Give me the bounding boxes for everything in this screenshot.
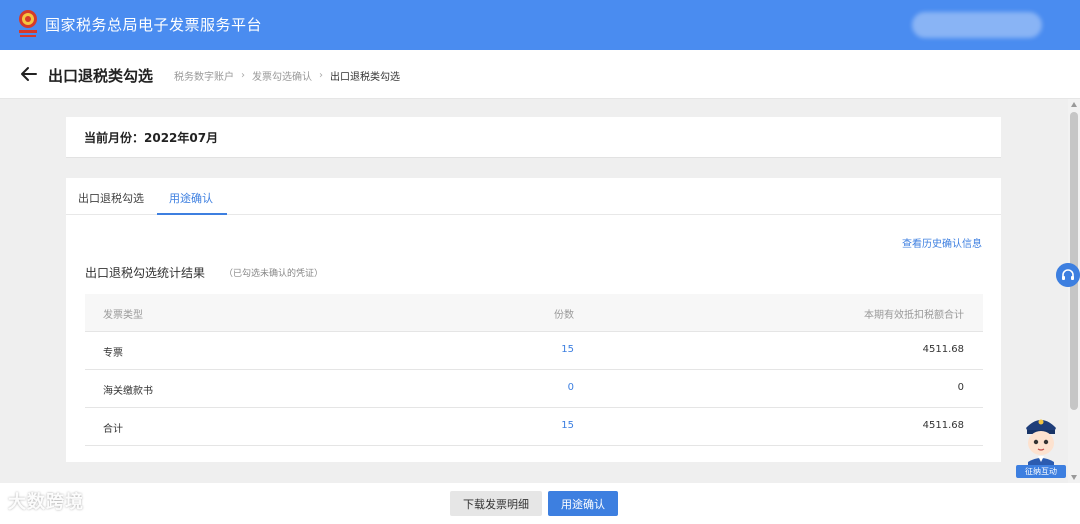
cell-amount: 0 [957, 382, 964, 393]
cell-amount: 4511.68 [922, 420, 964, 431]
table-row: 专票 15 4511.68 [85, 332, 983, 370]
section-title: 出口退税勾选统计结果 [85, 266, 206, 280]
month-card: 当前月份：2022年07月 [66, 117, 1001, 158]
breadcrumb: 税务数字账户 › 发票勾选确认 › 出口退税类勾选 [174, 68, 400, 83]
tax-emblem-icon [19, 10, 37, 37]
purpose-confirm-button[interactable]: 用途确认 [548, 491, 618, 516]
assistant-label[interactable]: 征纳互动 [1016, 465, 1066, 478]
column-header-amount: 本期有效抵扣税额合计 [864, 310, 964, 321]
breadcrumb-separator-icon: › [319, 70, 323, 81]
cell-count-link[interactable]: 15 [561, 344, 574, 355]
vertical-scrollbar[interactable] [1068, 99, 1080, 483]
section-note: （已勾选未确认的凭证） [224, 269, 324, 279]
summary-table: 发票类型 份数 本期有效抵扣税额合计 专票 15 4511.68 海关缴款书 0… [85, 294, 983, 446]
current-month: 当前月份：2022年07月 [84, 131, 219, 145]
scroll-down-arrow-icon[interactable] [1071, 475, 1077, 480]
tab-export-rebate-select[interactable]: 出口退税勾选 [78, 190, 144, 206]
active-tab-indicator [157, 213, 227, 215]
cell-count-link[interactable]: 15 [561, 420, 574, 431]
page-header: 出口退税类勾选 税务数字账户 › 发票勾选确认 › 出口退税类勾选 [0, 50, 1080, 99]
table-row: 海关缴款书 0 0 [85, 370, 983, 408]
breadcrumb-item[interactable]: 发票勾选确认 [252, 68, 312, 83]
table-row-total: 合计 15 4511.68 [85, 408, 983, 446]
breadcrumb-separator-icon: › [241, 70, 245, 81]
column-header-type: 发票类型 [103, 310, 143, 321]
headset-icon[interactable] [1056, 263, 1080, 287]
download-invoice-detail-button[interactable]: 下载发票明细 [450, 491, 542, 516]
page-title: 出口退税类勾选 [48, 67, 154, 85]
cell-amount: 4511.68 [922, 344, 964, 355]
column-header-count: 份数 [554, 310, 574, 321]
breadcrumb-item[interactable]: 税务数字账户 [174, 68, 234, 83]
top-header: 国家税务总局电子发票服务平台 [0, 0, 1080, 50]
view-history-link[interactable]: 查看历史确认信息 [902, 235, 982, 250]
bottom-action-bar: 下载发票明细 用途确认 [0, 483, 1080, 524]
scroll-thumb[interactable] [1070, 112, 1078, 410]
cell-type: 专票 [103, 348, 123, 359]
user-account-area[interactable] [912, 12, 1042, 38]
main-panel: 出口退税勾选 用途确认 查看历史确认信息 出口退税勾选统计结果 （已勾选未确认的… [66, 178, 1001, 462]
scroll-up-arrow-icon[interactable] [1071, 102, 1077, 107]
table-header: 发票类型 份数 本期有效抵扣税额合计 [85, 294, 983, 332]
cell-count-link[interactable]: 0 [568, 382, 574, 393]
tab-bar: 出口退税勾选 用途确认 [66, 178, 1001, 215]
breadcrumb-current: 出口退税类勾选 [330, 72, 400, 83]
back-arrow-icon[interactable] [20, 66, 38, 82]
cell-type: 合计 [103, 424, 123, 435]
tab-purpose-confirm[interactable]: 用途确认 [169, 190, 213, 206]
watermark: 大数跨境 [8, 492, 84, 513]
app-title: 国家税务总局电子发票服务平台 [45, 16, 263, 34]
cell-type: 海关缴款书 [103, 386, 153, 397]
